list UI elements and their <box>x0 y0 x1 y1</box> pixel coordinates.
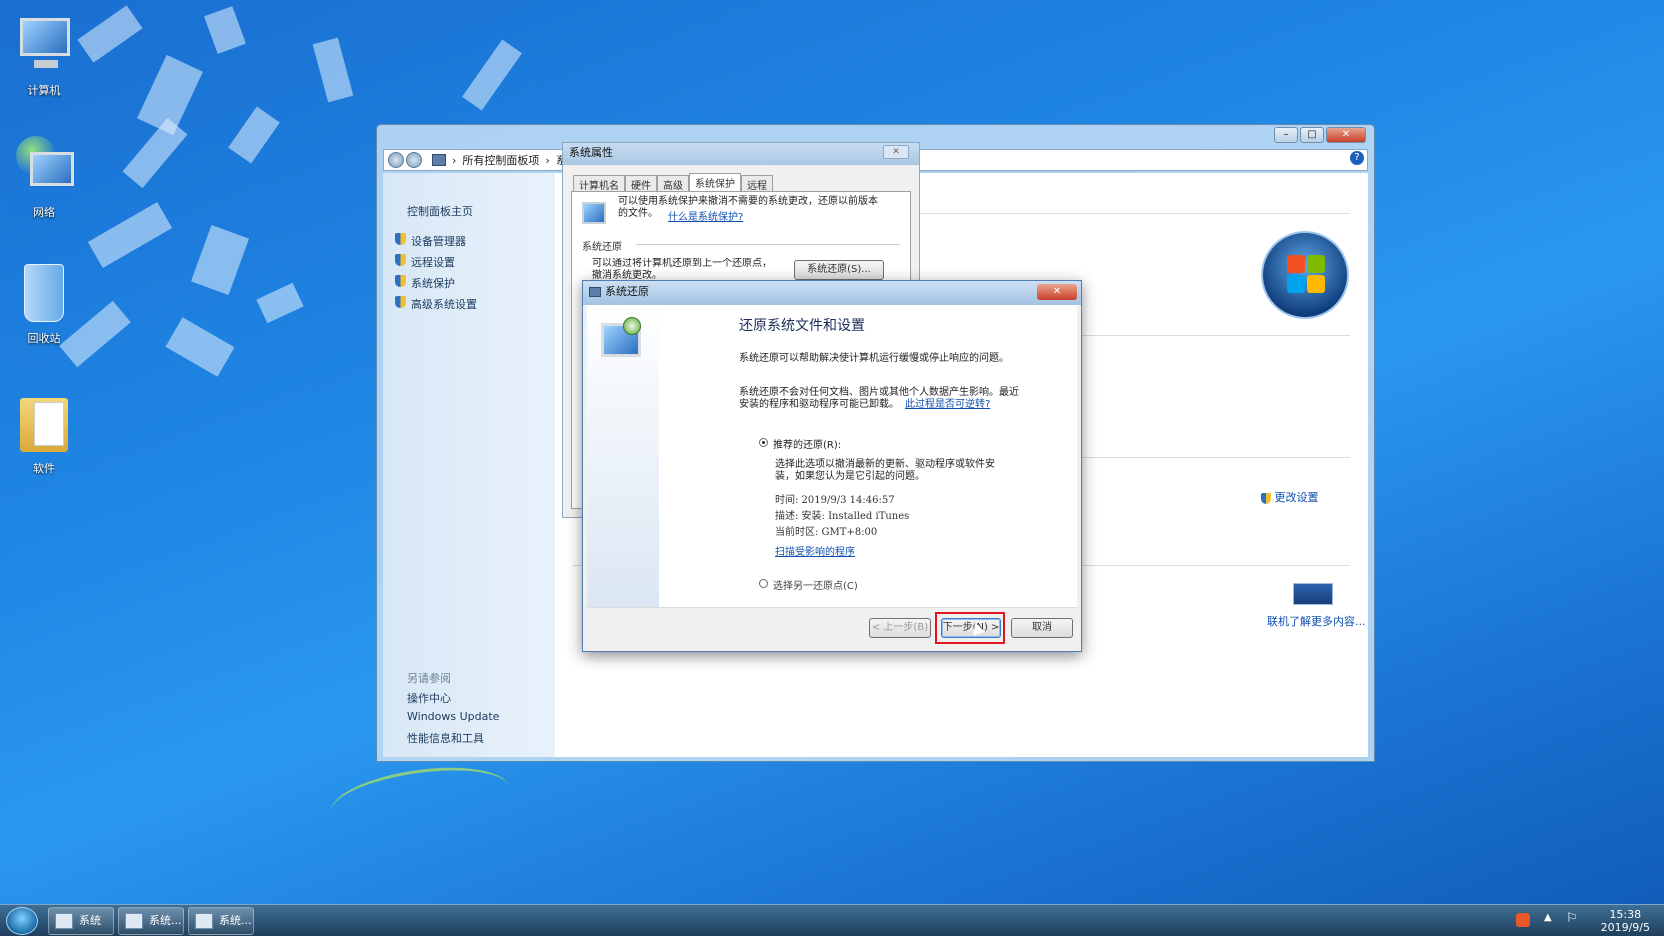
recommended-restore-label[interactable]: 推荐的还原(R): <box>773 436 841 451</box>
taskbar-button-label: 系统... <box>149 914 182 927</box>
sidebar-item-device-manager[interactable]: 设备管理器 <box>391 233 466 249</box>
sidebar: 控制面板主页 设备管理器 远程设置 系统保护 高级系统设置 另请参阅 操作中心 … <box>383 173 555 757</box>
input-method-icon[interactable] <box>1516 913 1530 927</box>
action-center-flag-icon[interactable]: ⚐ <box>1566 911 1578 926</box>
close-button[interactable]: ✕ <box>1326 127 1366 143</box>
protection-description: 可以使用系统保护来撤消不需要的系统更改，还原以前版本的文件。 <box>618 196 878 219</box>
desktop-icon-label: 软件 <box>33 462 55 475</box>
intro-paragraph: 系统还原可以帮助解决使计算机运行缓慢或停止响应的问题。 <box>739 353 1009 364</box>
sidebar-item-advanced-settings[interactable]: 高级系统设置 <box>391 296 477 312</box>
system-restore-button[interactable]: 系统还原(S)... <box>794 260 884 280</box>
section-title: 系统还原 <box>582 242 622 253</box>
restore-point-description: 描述: 安装: Installed iTunes <box>775 511 910 522</box>
restore-clock-icon <box>623 317 641 335</box>
breadcrumb-separator: › <box>452 153 457 167</box>
desktop-icon-recycle-bin[interactable]: 回收站 <box>4 262 84 346</box>
desktop-icon-software[interactable]: 软件 <box>4 392 84 476</box>
taskbar-button-system-3[interactable]: 系统... <box>188 907 254 935</box>
system-window-icon <box>125 913 143 929</box>
show-hidden-icons-icon[interactable]: ▲ <box>1544 912 1552 923</box>
desktop-icon-label: 网络 <box>33 206 55 219</box>
sidebar-item-label: 设备管理器 <box>411 235 466 248</box>
network-globe-icon <box>12 136 76 200</box>
control-panel-icon <box>432 154 446 166</box>
system-restore-icon <box>589 287 601 297</box>
sidebar-item-system-protection[interactable]: 系统保护 <box>391 275 455 291</box>
system-tray: ▲ ⚐ 15:38 2019/9/5 <box>1424 905 1664 936</box>
maximize-button[interactable]: □ <box>1300 127 1324 143</box>
start-button[interactable] <box>6 907 38 935</box>
shield-icon <box>395 296 406 308</box>
close-icon[interactable]: ✕ <box>883 145 909 159</box>
forward-arrow-icon[interactable] <box>406 152 422 168</box>
desktop-icon-label: 计算机 <box>27 84 61 97</box>
taskbar-button-system-1[interactable]: 系统 <box>48 907 114 935</box>
window-caption-buttons: – □ ✕ <box>1274 127 1366 145</box>
desktop-icon-computer[interactable]: 计算机 <box>4 14 84 98</box>
section-divider <box>636 244 900 245</box>
computer-icon <box>12 14 76 78</box>
dialog-title: 系统属性 <box>563 143 919 165</box>
minimize-button[interactable]: – <box>1274 127 1298 143</box>
shield-icon <box>395 275 406 287</box>
shield-icon <box>395 233 406 245</box>
restore-description: 可以通过将计算机还原到上一个还原点，撤消系统更改。 <box>592 258 772 281</box>
recommended-desc-line2: 装，如果您认为是它引起的问题。 <box>775 471 925 482</box>
see-also-heading: 另请参阅 <box>407 672 451 685</box>
clock-time: 15:38 <box>1609 908 1642 921</box>
taskbar-button-system-2[interactable]: 系统... <box>118 907 184 935</box>
sidebar-home-link[interactable]: 控制面板主页 <box>407 203 473 219</box>
scan-affected-programs-link[interactable]: 扫描受影响的程序 <box>775 543 855 558</box>
breadcrumb-item[interactable]: 所有控制面板项 <box>462 152 539 168</box>
help-icon[interactable]: ? <box>1350 151 1364 165</box>
windows-logo-icon <box>1261 231 1349 319</box>
desktop-icon-label: 回收站 <box>27 332 61 345</box>
dialog-title: 系统还原 <box>605 285 649 298</box>
back-arrow-icon[interactable] <box>388 152 404 168</box>
dialog-side-panel <box>587 305 659 609</box>
change-settings-label: 更改设置 <box>1274 491 1319 504</box>
system-restore-icon <box>195 913 213 929</box>
cancel-button[interactable]: 取消 <box>1011 618 1073 638</box>
dialog-heading: 还原系统文件和设置 <box>739 318 865 334</box>
close-button[interactable]: ✕ <box>1037 284 1077 300</box>
genuine-badge-icon <box>1293 583 1333 605</box>
impact-paragraph-line2: 安装的程序和驱动程序可能已卸载。 <box>739 399 899 410</box>
tab-system-protection[interactable]: 系统保护 <box>689 173 741 193</box>
computer-shield-icon <box>582 202 606 224</box>
reversible-link[interactable]: 此过程是否可逆转? <box>905 395 990 410</box>
sidebar-item-label: 远程设置 <box>411 256 455 269</box>
shield-icon <box>1261 492 1271 504</box>
taskbar-button-label: 系统 <box>79 914 101 927</box>
taskbar: 系统 系统... 系统... ▲ ⚐ 15:38 2019/9/5 <box>0 904 1664 936</box>
folder-icon <box>12 392 76 456</box>
change-settings-link[interactable]: 更改设置 <box>1261 489 1319 505</box>
clock-date: 2019/9/5 <box>1600 921 1650 934</box>
sidebar-item-label: 高级系统设置 <box>411 298 477 311</box>
system-window-icon <box>55 913 73 929</box>
sidebar-item-remote-settings[interactable]: 远程设置 <box>391 254 455 270</box>
see-also-performance-tools[interactable]: 性能信息和工具 <box>407 730 484 746</box>
sidebar-item-label: 系统保护 <box>411 277 455 290</box>
back-button[interactable]: < 上一步(B) <box>869 618 931 638</box>
dialog-footer: < 上一步(B) 下一步(N) > 取消 <box>587 607 1077 647</box>
see-also-windows-update[interactable]: Windows Update <box>407 710 499 723</box>
taskbar-button-label: 系统... <box>219 914 252 927</box>
clock[interactable]: 15:38 2019/9/5 <box>1601 908 1650 934</box>
recycle-bin-icon <box>12 262 76 326</box>
choose-another-label[interactable]: 选择另一还原点(C) <box>773 577 858 592</box>
shield-icon <box>395 254 406 266</box>
desktop-icon-network[interactable]: 网络 <box>4 136 84 220</box>
breadcrumb-separator: › <box>545 153 550 167</box>
choose-another-radio[interactable] <box>759 579 768 588</box>
dialog-title-bar: 系统还原 ✕ <box>583 281 1081 305</box>
recommended-restore-radio[interactable] <box>759 438 768 447</box>
dialog-content: 还原系统文件和设置 系统还原可以帮助解决使计算机运行缓慢或停止响应的问题。 系统… <box>659 305 1077 609</box>
restore-point-time: 时间: 2019/9/3 14:46:57 <box>775 495 895 506</box>
learn-more-link[interactable]: 联机了解更多内容... <box>1267 613 1366 629</box>
system-restore-dialog: 系统还原 ✕ 还原系统文件和设置 系统还原可以帮助解决使计算机运行缓慢或停止响应… <box>582 280 1082 652</box>
what-is-protection-link[interactable]: 什么是系统保护? <box>668 208 743 223</box>
restore-point-timezone: 当前时区: GMT+8:00 <box>775 527 878 538</box>
see-also-action-center[interactable]: 操作中心 <box>407 690 451 706</box>
